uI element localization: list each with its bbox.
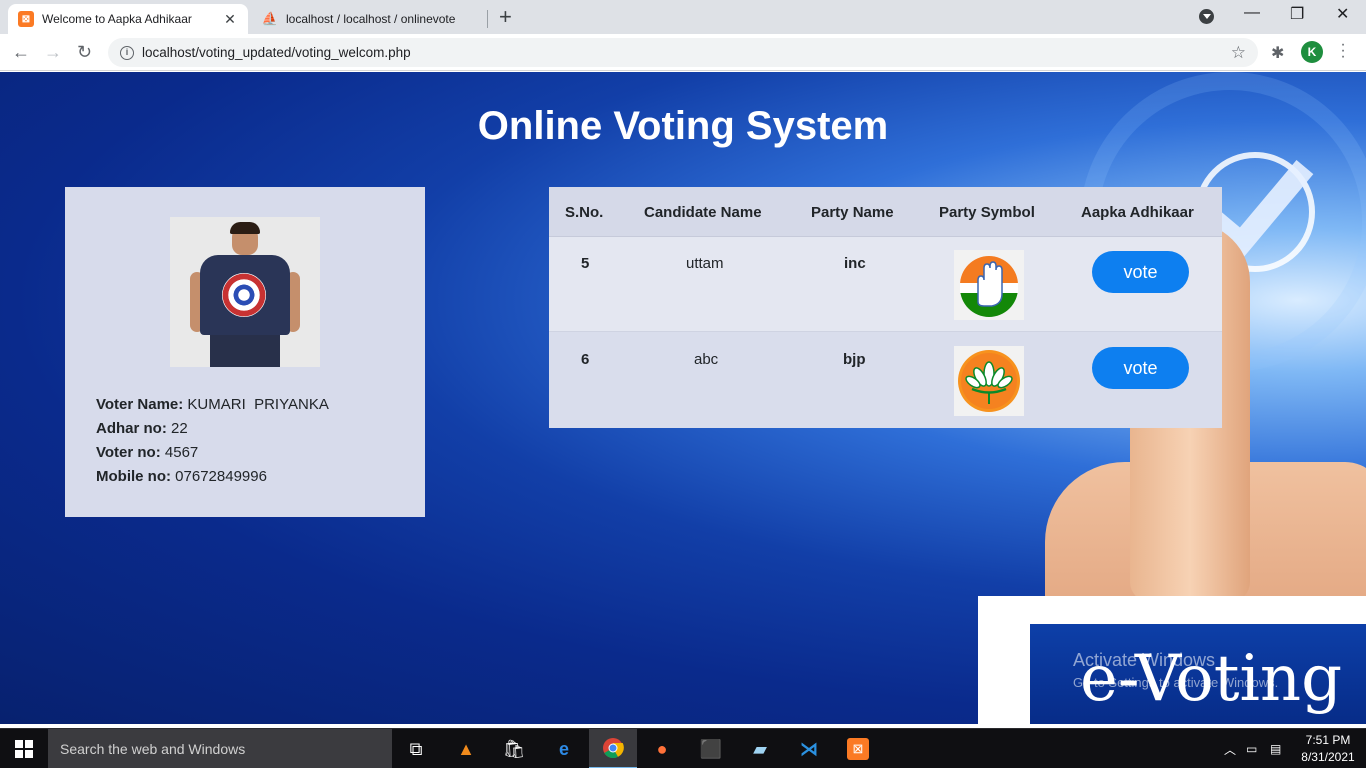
adhar-value: 22 (171, 420, 188, 437)
table-header: S.No. Candidate Name Party Name Party Sy… (549, 187, 1222, 237)
task-view-icon[interactable]: ⧉ (402, 735, 430, 763)
address-bar[interactable]: i localhost/voting_updated/voting_welcom… (108, 38, 1258, 67)
windows-start-button[interactable] (0, 729, 48, 768)
extensions-puzzle-icon[interactable]: ✱ (1271, 43, 1284, 63)
tab-phpmyadmin[interactable]: ⛵ localhost / localhost / onlinevote (252, 4, 488, 34)
battery-icon[interactable]: ▭ (1246, 729, 1257, 768)
store-icon[interactable]: 🛍 (500, 735, 528, 763)
mobile-line: Mobile no: 07672849996 (96, 465, 329, 489)
mobile-value: 07672849996 (175, 468, 267, 485)
voter-name-line: Voter Name: KUMARI PRIYANKA (96, 393, 329, 417)
header-party-name: Party Name (811, 204, 894, 221)
header-candidate-name: Candidate Name (644, 204, 762, 221)
new-tab-button[interactable]: + (499, 6, 512, 28)
profile-avatar[interactable]: K (1301, 41, 1323, 63)
header-sno: S.No. (565, 204, 604, 221)
activate-windows-watermark: Activate Windows Go to Settings to activ… (1073, 650, 1278, 690)
voter-profile-card: Voter Name: KUMARI PRIYANKA Adhar no: 22… (65, 187, 425, 517)
edge-icon[interactable]: e (550, 735, 578, 763)
page-content: e-Voting Activate Windows Go to Settings… (0, 72, 1366, 724)
vlc-icon[interactable]: ▲ (452, 735, 480, 763)
voter-name-label: Voter Name: (96, 396, 184, 413)
tab-title: localhost / localhost / onlinevote (286, 12, 456, 26)
info-icon[interactable]: i (120, 45, 134, 60)
clock-time: 7:51 PM (1305, 733, 1351, 747)
row-party-name: bjp (843, 351, 866, 368)
browser-toolbar: ← → ↻ i localhost/voting_updated/voting_… (0, 34, 1366, 71)
tab-title: Welcome to Aapka Adhikaar (42, 12, 192, 26)
chrome-icon[interactable] (589, 729, 637, 768)
reload-icon[interactable]: ↻ (77, 41, 92, 63)
clock-date: 8/31/2021 (1301, 750, 1355, 764)
tab-welcome[interactable]: ⊠ Welcome to Aapka Adhikaar ✕ (8, 4, 248, 34)
xampp-icon: ⊠ (18, 11, 34, 27)
back-arrow-icon[interactable]: ← (12, 41, 30, 63)
row-sno: 6 (581, 351, 590, 368)
mobile-label: Mobile no: (96, 468, 171, 485)
row-candidate-name: uttam (686, 255, 724, 272)
voter-no-value: 4567 (164, 444, 199, 461)
vote-button[interactable]: vote (1092, 251, 1189, 293)
adhar-label: Adhar no: (96, 420, 167, 437)
voter-name-value: KUMARI PRIYANKA (187, 396, 329, 413)
voter-photo (170, 217, 320, 367)
header-aapka-adhikaar: Aapka Adhikaar (1081, 204, 1194, 221)
xampp-taskbar-icon[interactable]: ⊠ (844, 735, 872, 763)
voter-no-line: Voter no: 4567 (96, 441, 329, 465)
watermark-line2: Go to Settings to activate Windows. (1073, 675, 1279, 690)
menu-dots-icon[interactable]: · · · (1340, 37, 1346, 65)
hand-symbol-icon (954, 250, 1024, 320)
windows-logo-icon (15, 740, 33, 758)
browser-tab-strip: ⊠ Welcome to Aapka Adhikaar ✕ ⛵ localhos… (0, 0, 1366, 34)
system-clock[interactable]: 7:51 PM 8/31/2021 (1296, 732, 1360, 766)
close-tab-icon[interactable]: ✕ (222, 11, 238, 28)
row-sno: 5 (581, 255, 590, 272)
restore-button[interactable]: ❐ (1290, 4, 1304, 24)
watermark-line1: Activate Windows (1073, 650, 1216, 670)
notepad-icon[interactable]: ▰ (746, 735, 774, 763)
tab-search-icon[interactable] (1199, 9, 1214, 24)
header-party-symbol: Party Symbol (939, 204, 1035, 221)
notifications-icon[interactable]: ▤ (1270, 729, 1281, 768)
adhar-line: Adhar no: 22 (96, 417, 329, 441)
row-party-name: inc (844, 255, 866, 272)
page-title: Online Voting System (477, 104, 889, 148)
bookmark-star-icon[interactable]: ☆ (1231, 43, 1246, 63)
firefox-icon[interactable]: ● (648, 735, 676, 763)
taskbar-search-box[interactable]: Search the web and Windows (48, 729, 392, 768)
lotus-symbol-icon (954, 346, 1024, 416)
tray-chevron-icon[interactable]: ︿ (1224, 729, 1236, 768)
forward-arrow-icon[interactable]: → (44, 41, 62, 63)
close-window-button[interactable]: ✕ (1336, 4, 1349, 24)
candidate-table: S.No. Candidate Name Party Name Party Sy… (549, 187, 1222, 428)
table-row: 6 abc bjp vote (549, 333, 1222, 428)
vscode-icon[interactable]: ⋊ (795, 735, 823, 763)
voter-no-label: Voter no: (96, 444, 161, 461)
windows-taskbar: Search the web and Windows ⧉ ▲ 🛍 e ● ⬛ ▰… (0, 728, 1366, 768)
minimize-button[interactable]: — (1244, 4, 1260, 22)
url-text: localhost/voting_updated/voting_welcom.p… (142, 45, 411, 60)
acrobat-icon[interactable]: ⬛ (697, 735, 725, 763)
tab-divider (487, 10, 488, 28)
vote-button[interactable]: vote (1092, 347, 1189, 389)
table-row: 5 uttam inc vote (549, 237, 1222, 332)
row-candidate-name: abc (694, 351, 719, 368)
voter-details: Voter Name: KUMARI PRIYANKA Adhar no: 22… (96, 393, 329, 489)
phpmyadmin-icon: ⛵ (261, 11, 279, 26)
